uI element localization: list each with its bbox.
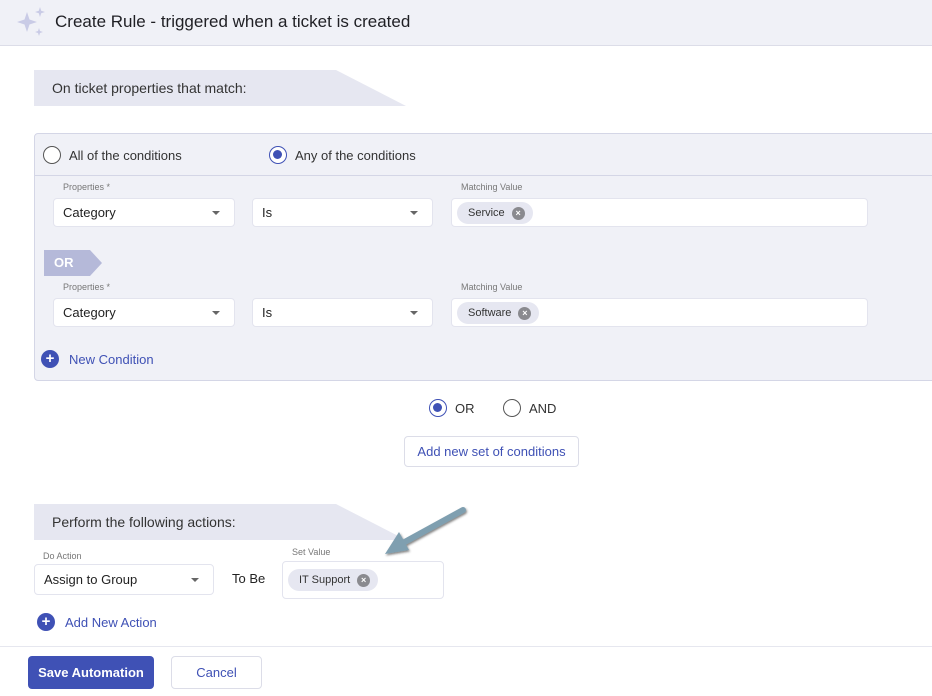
page-header: Create Rule - triggered when a ticket is… <box>0 0 932 46</box>
value-chip: IT Support × <box>288 569 379 591</box>
operator-select[interactable]: Is <box>252 298 433 327</box>
radio-label: OR <box>455 400 475 416</box>
do-action-select[interactable]: Assign to Group <box>34 564 214 595</box>
chevron-down-icon <box>410 211 418 215</box>
chip-label: Software <box>468 307 512 319</box>
matching-value-label: Matching Value <box>461 182 523 192</box>
operator-select[interactable]: Is <box>252 198 433 227</box>
plus-circle-icon: + <box>37 613 55 631</box>
to-be-label: To Be <box>232 571 266 586</box>
chevron-down-icon <box>212 311 220 315</box>
operator-value: Is <box>262 305 273 320</box>
radio-all-conditions[interactable]: All of the conditions <box>43 146 182 164</box>
set-value-label: Set Value <box>292 547 331 557</box>
matching-value-label: Matching Value <box>461 282 523 292</box>
operator-value: Is <box>262 205 273 220</box>
footer-divider <box>0 646 932 647</box>
actions-banner-label: Perform the following actions: <box>52 514 236 530</box>
radio-circle <box>503 399 521 417</box>
condition-set: All of the conditions Any of the conditi… <box>34 133 932 381</box>
remove-chip-icon[interactable]: × <box>357 573 371 587</box>
do-action-value: Assign to Group <box>44 572 138 587</box>
properties-label: Properties * <box>63 182 111 192</box>
radio-label: Any of the conditions <box>295 147 416 163</box>
radio-circle <box>43 146 61 164</box>
page-title: Create Rule - triggered when a ticket is… <box>55 12 411 31</box>
value-chip: Service × <box>457 202 533 224</box>
radio-circle-selected <box>429 399 447 417</box>
add-new-action-label: Add New Action <box>65 614 157 630</box>
chip-label: IT Support <box>299 574 351 586</box>
matching-value-input[interactable]: Service × <box>451 198 868 227</box>
set-value-input[interactable]: IT Support × <box>282 561 444 599</box>
radio-label: AND <box>529 400 557 416</box>
property-value: Category <box>63 205 116 220</box>
actions-banner: Perform the following actions: <box>34 504 406 540</box>
remove-chip-icon[interactable]: × <box>518 306 532 320</box>
add-condition-set-button[interactable]: Add new set of conditions <box>404 436 579 467</box>
chevron-down-icon <box>410 311 418 315</box>
chevron-down-icon <box>191 578 199 582</box>
radio-set-or[interactable]: OR <box>429 399 475 417</box>
property-select[interactable]: Category <box>53 198 235 227</box>
or-joiner-tag: OR <box>44 250 102 276</box>
chip-label: Service <box>468 207 505 219</box>
radio-label: All of the conditions <box>69 147 182 163</box>
new-condition-button[interactable]: + New Condition <box>41 350 154 368</box>
annotation-arrow-icon <box>385 507 466 554</box>
remove-chip-icon[interactable]: × <box>511 206 525 220</box>
radio-circle-selected <box>269 146 287 164</box>
radio-any-conditions[interactable]: Any of the conditions <box>269 146 416 164</box>
value-chip: Software × <box>457 302 540 324</box>
conditions-banner-label: On ticket properties that match: <box>52 80 247 96</box>
cancel-button[interactable]: Cancel <box>171 656 262 689</box>
conditions-banner: On ticket properties that match: <box>34 70 406 106</box>
save-automation-button[interactable]: Save Automation <box>28 656 154 689</box>
plus-circle-icon: + <box>41 350 59 368</box>
property-value: Category <box>63 305 116 320</box>
do-action-label: Do Action <box>43 551 82 561</box>
chevron-down-icon <box>212 211 220 215</box>
match-mode-group: All of the conditions Any of the conditi… <box>35 134 932 176</box>
new-condition-label: New Condition <box>69 351 154 367</box>
matching-value-input[interactable]: Software × <box>451 298 868 327</box>
radio-set-and[interactable]: AND <box>503 399 556 417</box>
property-select[interactable]: Category <box>53 298 235 327</box>
add-new-action-button[interactable]: + Add New Action <box>37 613 157 631</box>
properties-label: Properties * <box>63 282 111 292</box>
sparkle-icon <box>17 7 45 36</box>
